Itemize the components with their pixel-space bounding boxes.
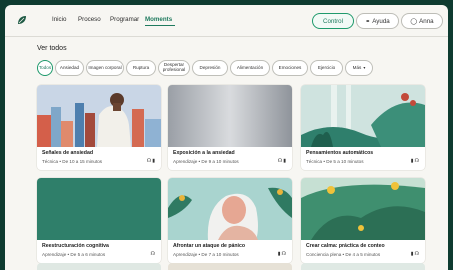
filter-chip-mas[interactable]: Más ▾ [345,60,373,76]
filter-chip-alimentacion[interactable]: Alimentación [230,60,270,76]
card-media-icons: ☊▮ [147,158,156,164]
card-title: Exposición a la ansiedad [173,150,235,156]
card-image-automatic-thoughts [301,85,425,147]
card-media-icons: ☊ [151,251,156,257]
card-media-icons: ▮☊ [411,251,420,257]
card-media-icons: ▮☊ [278,251,287,257]
card-title: Crear calma: práctica de conteo [306,243,385,249]
more-label: Más [352,64,362,70]
user-name: Anna [419,17,434,25]
moment-card[interactable]: Reestructuración cognitiva Aprendizaje •… [37,178,161,263]
card-title: Pensamientos automáticos [306,150,374,156]
card-title: Reestructuración cognitiva [42,243,109,249]
filter-chip-todos[interactable]: Todos [37,60,53,76]
card-image-cognitive-restructuring [37,178,161,240]
card-image-anxiety-exposure [168,85,292,147]
card-image-anxiety-signals [37,85,161,147]
filter-chip-depresion[interactable]: Depresión [192,60,228,76]
card-image-calm-counting [301,178,425,240]
help-label: Ayuda [372,17,390,25]
control-button[interactable]: Control [312,13,354,29]
card-meta: Técnica • De 5 a 10 minutos [306,159,364,164]
filter-chip-ruptura[interactable]: Ruptura [126,60,156,76]
headphones-icon: ☊ [281,251,287,257]
nav-divider [5,36,448,37]
leaf-logo-icon[interactable] [17,15,27,25]
card-title: Señales de ansiedad [42,150,94,156]
moment-card[interactable]: Afrontar un ataque de pánico Aprendizaje… [168,178,292,263]
help-button[interactable]: ⚭ Ayuda [356,13,399,29]
filter-chip-imagen-corporal[interactable]: Imagen corporal [86,60,124,76]
video-icon: ▮ [152,158,156,164]
nav-link-programar[interactable]: Programar [110,16,139,23]
filter-chip-despertar-profesional[interactable]: Despertar profesional [158,60,190,76]
headphones-icon: ☊ [150,251,156,257]
headphones-icon: ☊ [414,158,420,164]
moment-card[interactable]: Crear calma: práctica de conteo Concienc… [301,178,425,263]
card-meta: Aprendizaje • De 9 a 10 minutos [173,159,239,164]
filter-chip-emociones[interactable]: Emociones [272,60,308,76]
video-icon: ▮ [283,158,287,164]
user-icon: ◯ [410,18,418,25]
card-media-icons: ▮☊ [411,158,420,164]
card-meta: Conciencia plena • De 4 a 5 minutos [306,252,381,257]
control-label: Control [323,17,343,25]
moment-card[interactable]: Exposición a la ansiedad Aprendizaje • D… [168,85,292,170]
app-window: Inicio Proceso Programar Moments Control… [5,5,448,270]
card-title: Afrontar un ataque de pánico [173,243,246,249]
moment-card[interactable]: Señales de ansiedad Técnica • De 10 a 15… [37,85,161,170]
section-title: Ver todos [37,45,67,52]
chevron-down-icon: ▾ [363,64,366,70]
card-media-icons: ☊▮ [278,158,287,164]
moment-card-partial[interactable] [37,263,161,270]
top-nav: Inicio Proceso Programar Moments Control… [5,5,448,35]
card-meta: Técnica • De 10 a 15 minutos [42,159,103,164]
moment-card-partial[interactable] [168,263,292,270]
user-menu-button[interactable]: ◯ Anna [401,13,443,29]
help-people-icon: ⚭ [365,18,371,25]
moment-card-partial[interactable] [301,263,425,270]
filter-chip-ansiedad[interactable]: Ansiedad [55,60,84,76]
moment-card[interactable]: Pensamientos automáticos Técnica • De 5 … [301,85,425,170]
active-nav-underline [145,25,175,27]
card-meta: Aprendizaje • De 7 a 10 minutos [173,252,239,257]
card-meta: Aprendizaje • De 5 a 6 minutos [42,252,106,257]
filter-chip-ejercicio[interactable]: Ejercicio [310,60,343,76]
nav-link-moments[interactable]: Moments [145,16,172,23]
nav-link-inicio[interactable]: Inicio [52,16,66,23]
card-image-panic-attack [168,178,292,240]
headphones-icon: ☊ [414,251,420,257]
nav-link-proceso[interactable]: Proceso [78,16,101,23]
